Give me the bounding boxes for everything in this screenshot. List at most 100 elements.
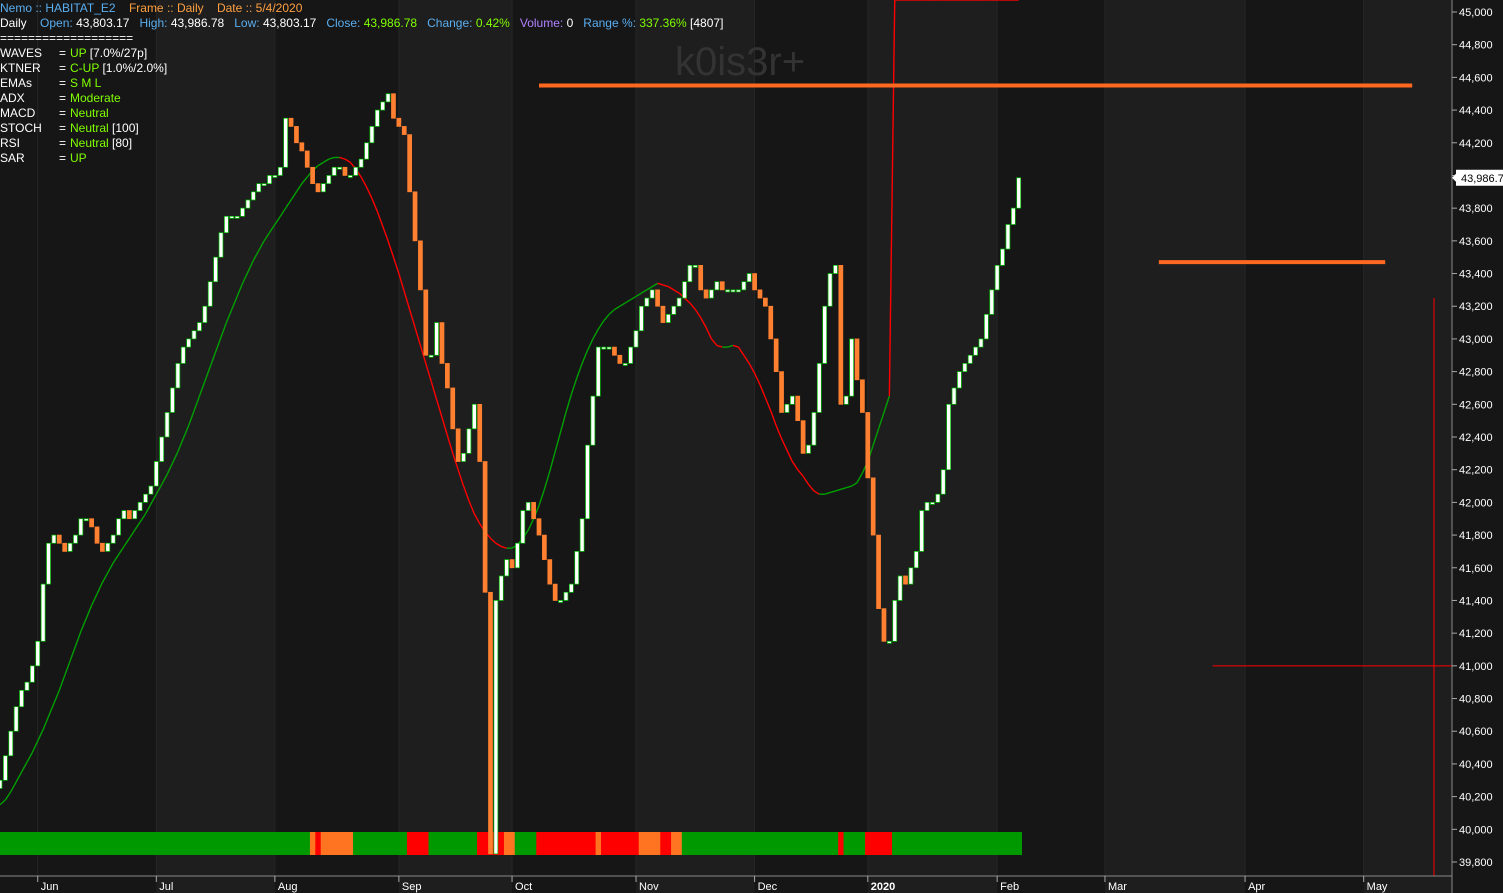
- regime-cell: [164, 832, 171, 855]
- regime-cell: [396, 832, 403, 855]
- ma-segment: [42, 716, 50, 730]
- regime-cell: [121, 832, 128, 855]
- indicator-eq: =: [59, 106, 67, 120]
- ma-segment: [802, 475, 810, 485]
- regime-cell: [784, 832, 791, 855]
- candle: [434, 322, 439, 356]
- candle: [493, 600, 499, 855]
- candle: [957, 371, 962, 389]
- y-tick-label: 43,200: [1459, 301, 1493, 313]
- candle: [105, 542, 111, 552]
- indicator-eq: =: [59, 61, 67, 75]
- regime-cell: [72, 832, 79, 855]
- date-label: Date :: 5/4/2020: [216, 1, 303, 15]
- candle: [520, 510, 526, 544]
- candle: [692, 265, 698, 268]
- ma-segment: [112, 554, 120, 564]
- candle: [536, 518, 542, 536]
- ma-segment: [565, 394, 573, 413]
- price-chart[interactable]: 39,800 40,000 40,200 40,400 40,600 40,800 41,0…: [0, 0, 1503, 893]
- y-tick-label: 44,400: [1459, 105, 1493, 117]
- frame-label: Frame :: Daily: [128, 1, 204, 15]
- ma-segment: [47, 703, 55, 717]
- candle: [590, 395, 596, 446]
- regime-cell: [51, 832, 58, 855]
- regime-cell: [956, 832, 963, 855]
- candle: [94, 526, 100, 544]
- regime-cell: [789, 832, 796, 855]
- month-band: [1363, 0, 1452, 893]
- regime-cell: [816, 832, 823, 855]
- candle: [229, 215, 235, 219]
- ma-segment: [0, 799, 6, 806]
- x-tick-label: Aug: [278, 881, 298, 893]
- ma-segment: [387, 240, 395, 258]
- last-price-label: 43,986.78: [1461, 173, 1503, 185]
- candle: [364, 142, 369, 160]
- candle: [676, 297, 682, 307]
- candle: [644, 297, 650, 307]
- indicator-name: RSI: [0, 136, 21, 150]
- candle: [40, 583, 46, 642]
- candle: [633, 330, 639, 348]
- candle: [542, 534, 547, 560]
- volume-value: 0: [566, 16, 574, 30]
- regime-cell: [245, 832, 252, 855]
- candle: [46, 542, 51, 585]
- candle: [822, 305, 828, 364]
- indicator-value: Neutral: [70, 106, 109, 121]
- regime-cell: [924, 832, 931, 855]
- candle: [83, 518, 89, 522]
- candle: [568, 583, 574, 593]
- candle: [552, 583, 558, 601]
- y-tick-label: 41,800: [1459, 530, 1493, 542]
- indicator-value: S M L: [70, 76, 101, 91]
- candle: [806, 444, 811, 454]
- candle: [908, 567, 914, 585]
- candle: [789, 395, 795, 405]
- candle: [164, 412, 170, 438]
- candle: [331, 166, 337, 176]
- regime-cell: [897, 832, 904, 855]
- regime-cell: [649, 832, 656, 855]
- candle: [428, 354, 434, 358]
- regime-cell: [595, 832, 602, 855]
- regime-cell: [978, 832, 985, 855]
- candle: [8, 730, 14, 757]
- regime-cell: [757, 832, 764, 855]
- regime-cell: [423, 832, 430, 855]
- x-tick-label: Jul: [159, 881, 173, 893]
- regime-cell: [644, 832, 651, 855]
- regime-cell: [681, 832, 688, 855]
- ma-segment: [96, 582, 104, 595]
- regime-cell: [503, 832, 510, 855]
- regime-cell: [293, 832, 300, 855]
- header-line-2: Daily Open: 43,803.17 High: 43,986.78 Lo…: [0, 16, 723, 31]
- candle: [213, 256, 218, 283]
- candle: [121, 510, 127, 520]
- regime-cell: [326, 832, 333, 855]
- indicator-sar: SAR = UP: [0, 151, 87, 166]
- indicator-state: S M L: [70, 76, 102, 90]
- regime-cell: [854, 832, 861, 855]
- chart-window[interactable]: 39,800 40,000 40,200 40,400 40,600 40,800 41,0…: [0, 0, 1503, 893]
- high-value: 43,986.78: [170, 16, 225, 30]
- candle: [827, 273, 833, 307]
- candle: [348, 175, 353, 178]
- regime-cell: [142, 832, 149, 855]
- regime-cell: [929, 832, 936, 855]
- close-value: 43,986.78: [363, 16, 418, 30]
- regime-cell: [908, 832, 915, 855]
- ma-segment: [851, 482, 858, 487]
- candle: [310, 166, 315, 184]
- candle: [170, 387, 175, 413]
- regime-cell: [304, 832, 311, 855]
- candle: [110, 534, 116, 544]
- regime-cell: [336, 832, 343, 855]
- candle: [321, 183, 326, 193]
- regime-cell: [218, 832, 225, 855]
- regime-cell: [207, 832, 214, 855]
- regime-cell: [56, 832, 63, 855]
- ma-segment: [775, 425, 783, 439]
- regime-cell: [13, 832, 20, 855]
